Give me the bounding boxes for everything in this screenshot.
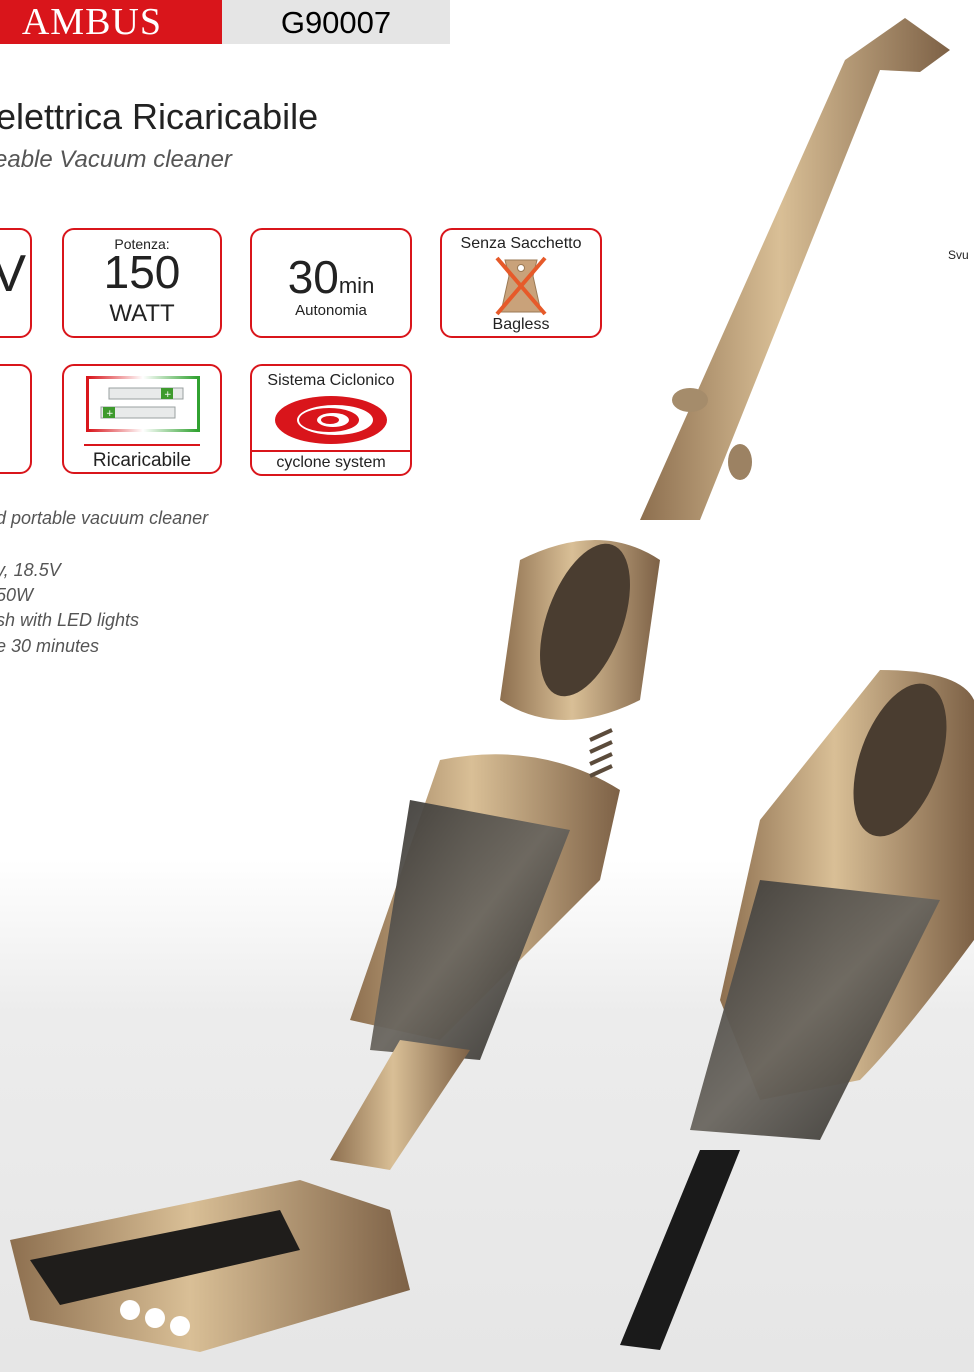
floor-brush-head bbox=[10, 1180, 410, 1352]
vacuum-product-image bbox=[10, 18, 974, 1352]
handheld-vacuum bbox=[620, 670, 974, 1350]
vent-grille bbox=[589, 728, 613, 778]
